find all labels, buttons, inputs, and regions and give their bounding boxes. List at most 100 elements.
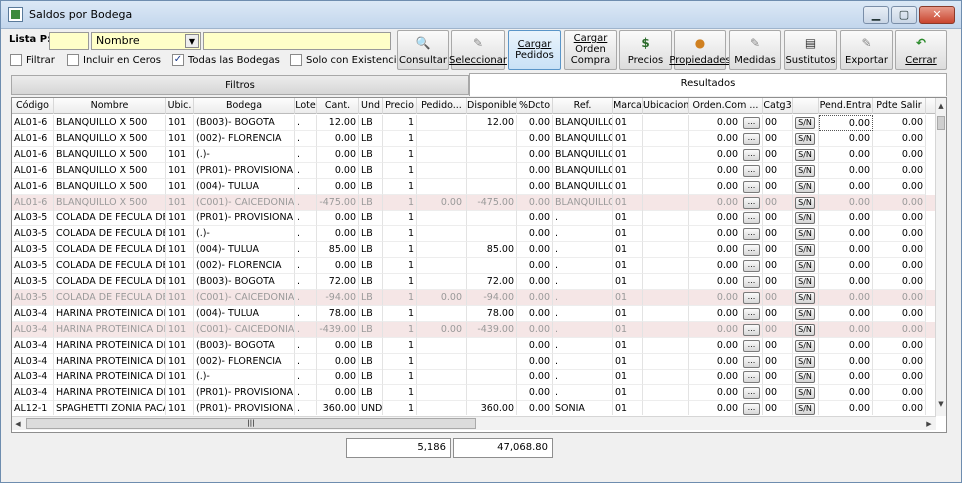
table-row[interactable]: AL03-5 COLADA DE FECULA DE 101 (B003)- BOGO… (12, 274, 936, 290)
cell-catg3[interactable]: 00 (763, 226, 793, 243)
cell-disponible[interactable] (467, 258, 517, 275)
table-row[interactable]: AL03-4 HARINA PROTEINICA DE 101 (PR01)- PRO… (12, 385, 936, 402)
cell-precio[interactable]: 1 (383, 162, 417, 179)
cell-pend[interactable]: 0.00 (819, 130, 873, 147)
cell-bodega[interactable]: (PR01)- PROVISIONA (194, 385, 295, 402)
cell-bodega[interactable]: (PR01)- PROVISIONA (194, 401, 295, 415)
cell-disponible[interactable]: 72.00 (467, 274, 517, 290)
cell-precio[interactable]: 1 (383, 385, 417, 402)
cell-pdte[interactable]: 0.00 (873, 210, 926, 227)
cell-nombre[interactable]: COLADA DE FECULA DE (54, 258, 166, 275)
cell-codigo[interactable]: AL03-4 (12, 353, 54, 370)
cell-codigo[interactable]: AL03-5 (12, 274, 54, 290)
cell-nombre[interactable]: COLADA DE FECULA DE (54, 242, 166, 259)
cell-pend[interactable]: 0.00 (819, 226, 873, 243)
col-cant[interactable]: Cant. (317, 98, 359, 114)
cell-disponible[interactable] (467, 178, 517, 195)
cell-pedido[interactable] (417, 369, 467, 386)
cell-sn[interactable]: S/N (793, 274, 819, 290)
col-sn[interactable] (793, 98, 819, 114)
cell-pedido[interactable] (417, 258, 467, 275)
cell-orden[interactable]: 0.00... (689, 210, 763, 227)
cell-pedido[interactable] (417, 210, 467, 227)
cell-precio[interactable]: 1 (383, 194, 417, 211)
cell-dcto[interactable]: 0.00 (517, 162, 553, 179)
cell-ubic[interactable]: 101 (166, 115, 194, 131)
cell-und[interactable]: LB (359, 305, 383, 322)
orden-ellipsis-button[interactable]: ... (743, 244, 760, 257)
cell-ubicacion[interactable] (643, 321, 689, 338)
cell-nombre[interactable]: COLADA DE FECULA DE (54, 274, 166, 290)
cell-ubic[interactable]: 101 (166, 226, 194, 243)
cell-und[interactable]: LB (359, 194, 383, 211)
cell-cant[interactable]: 0.00 (317, 353, 359, 370)
cell-ubicacion[interactable] (643, 289, 689, 306)
orden-ellipsis-button[interactable]: ... (743, 148, 760, 161)
col-pedido[interactable]: Pedido... (417, 98, 467, 114)
cell-bodega[interactable]: (PR01)- PROVISIONA (194, 210, 295, 227)
cell-ubicacion[interactable] (643, 115, 689, 131)
cell-pdte[interactable]: 0.00 (873, 353, 926, 370)
cell-ubic[interactable]: 101 (166, 274, 194, 290)
cell-ubicacion[interactable] (643, 226, 689, 243)
cell-catg3[interactable]: 00 (763, 178, 793, 195)
sn-button[interactable]: S/N (795, 323, 815, 336)
sn-button[interactable]: S/N (795, 355, 815, 368)
horizontal-scroll-thumb[interactable]: ||| (26, 418, 476, 429)
cell-ubic[interactable]: 101 (166, 369, 194, 386)
cell-pend[interactable]: 0.00 (819, 321, 873, 338)
cell-marca[interactable]: 01 (613, 305, 643, 322)
cell-ubic[interactable]: 101 (166, 146, 194, 163)
cell-cant[interactable]: 0.00 (317, 178, 359, 195)
cell-codigo[interactable]: AL03-5 (12, 258, 54, 275)
cell-precio[interactable]: 1 (383, 258, 417, 275)
cell-ref[interactable]: BLANQUILLO (553, 178, 613, 195)
filtrar-checkbox[interactable]: Filtrar (10, 54, 55, 66)
cell-lote[interactable]: . (295, 258, 317, 275)
cell-sn[interactable]: S/N (793, 130, 819, 147)
cell-nombre[interactable]: HARINA PROTEINICA DE (54, 321, 166, 338)
cell-und[interactable]: LB (359, 337, 383, 354)
cell-bodega[interactable]: (C001)- CAICEDONIA (194, 289, 295, 306)
cell-nombre[interactable]: HARINA PROTEINICA DE (54, 385, 166, 402)
cell-pedido[interactable]: 0.00 (417, 289, 467, 306)
cell-orden[interactable]: 0.00... (689, 353, 763, 370)
cell-orden[interactable]: 0.00... (689, 289, 763, 306)
sn-button[interactable]: S/N (795, 276, 815, 288)
cell-und[interactable]: LB (359, 115, 383, 131)
cell-pend[interactable]: 0.00 (819, 274, 873, 290)
minimize-icon[interactable]: ▁ (863, 6, 889, 24)
cell-sn[interactable]: S/N (793, 321, 819, 338)
cell-disponible[interactable] (467, 210, 517, 227)
cell-precio[interactable]: 1 (383, 321, 417, 338)
cell-ubicacion[interactable] (643, 178, 689, 195)
cell-nombre[interactable]: BLANQUILLO X 500 (54, 115, 166, 131)
col-nombre[interactable]: Nombre (54, 98, 166, 114)
cell-dcto[interactable]: 0.00 (517, 226, 553, 243)
cell-cant[interactable]: 72.00 (317, 274, 359, 290)
sn-button[interactable]: S/N (795, 387, 815, 400)
cell-orden[interactable]: 0.00... (689, 305, 763, 322)
cell-disponible[interactable] (467, 385, 517, 402)
cell-pdte[interactable]: 0.00 (873, 337, 926, 354)
cell-codigo[interactable]: AL01-6 (12, 115, 54, 131)
cell-dcto[interactable]: 0.00 (517, 305, 553, 322)
cell-pdte[interactable]: 0.00 (873, 226, 926, 243)
sn-button[interactable]: S/N (795, 307, 815, 320)
cell-precio[interactable]: 1 (383, 146, 417, 163)
table-row[interactable]: AL01-6 BLANQUILLO X 500 101 (004)- TULUA. 0.… (12, 178, 936, 195)
exportar-button[interactable]: ✎ Exportar (840, 30, 893, 70)
orden-ellipsis-button[interactable]: ... (743, 196, 760, 209)
cell-pdte[interactable]: 0.00 (873, 321, 926, 338)
sn-button[interactable]: S/N (795, 244, 815, 257)
cell-lote[interactable]: . (295, 178, 317, 195)
cell-lote[interactable]: . (295, 162, 317, 179)
table-row[interactable]: AL01-6 BLANQUILLO X 500 101 (.)-. 0.00 LB 1 0.0… (12, 146, 936, 163)
cell-ubic[interactable]: 101 (166, 194, 194, 211)
cell-und[interactable]: LB (359, 385, 383, 402)
cell-dcto[interactable]: 0.00 (517, 178, 553, 195)
cell-bodega[interactable]: (C001)- CAICEDONIA (194, 321, 295, 338)
cell-sn[interactable]: S/N (793, 162, 819, 179)
cell-dcto[interactable]: 0.00 (517, 130, 553, 147)
cell-codigo[interactable]: AL03-4 (12, 321, 54, 338)
